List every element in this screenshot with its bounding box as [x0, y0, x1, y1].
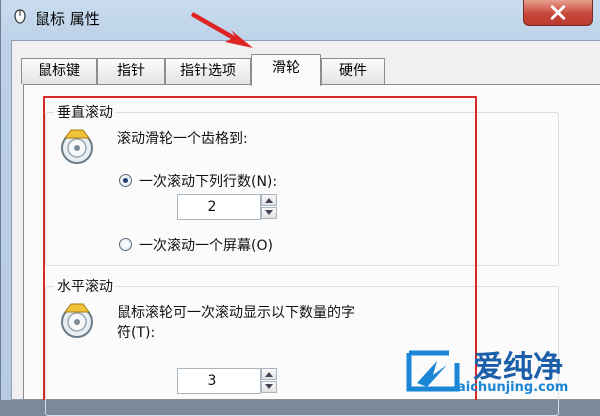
watermark: 爱纯净 aichunjing.com: [399, 340, 599, 400]
close-button[interactable]: [523, 0, 593, 26]
watermark-url: aichunjing.com: [457, 380, 569, 395]
close-icon: [550, 5, 566, 20]
tab-pointers[interactable]: 指针: [97, 58, 165, 84]
tab-wheel[interactable]: 滑轮: [251, 54, 321, 86]
red-arrow-annotation-icon: [191, 12, 253, 48]
mouse-app-icon: [14, 9, 26, 24]
title-bar[interactable]: 鼠标 属性: [1, 0, 600, 40]
tab-buttons[interactable]: 鼠标键: [21, 58, 97, 84]
tab-pointer-options[interactable]: 指针选项: [165, 58, 251, 84]
watermark-logo-icon: [406, 350, 460, 392]
tab-hardware[interactable]: 硬件: [321, 58, 385, 84]
mouse-properties-window: 鼠标 属性 鼠标键 指针 指针选项 滑轮 硬件 垂直滚动 滚动滑轮一个齿格到: …: [0, 0, 600, 416]
window-title: 鼠标 属性: [35, 10, 100, 28]
